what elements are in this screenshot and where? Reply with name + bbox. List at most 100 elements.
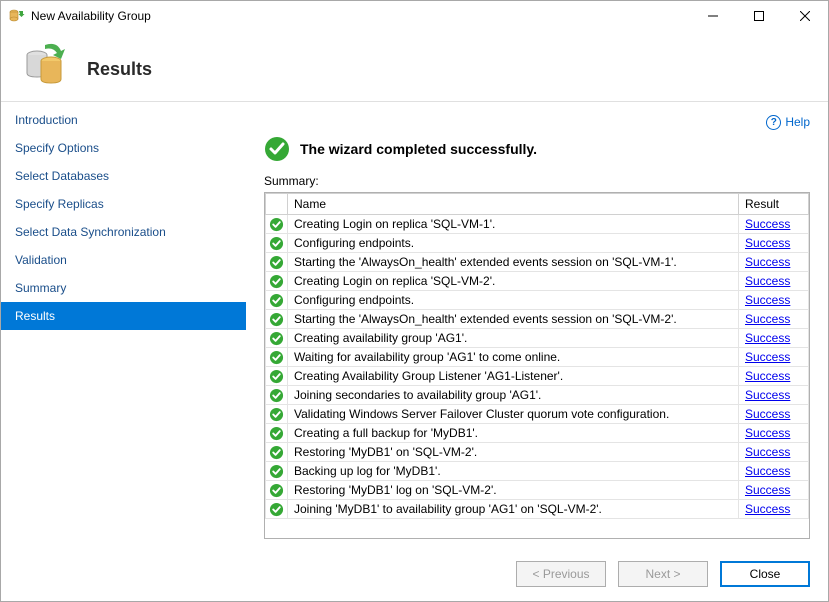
row-result: Success (739, 443, 809, 462)
sidebar-item-validation[interactable]: Validation (1, 246, 246, 274)
result-link[interactable]: Success (745, 445, 790, 459)
row-status-icon (266, 291, 288, 310)
result-link[interactable]: Success (745, 350, 790, 364)
table-row[interactable]: Configuring endpoints. Success (266, 291, 809, 310)
row-name: Backing up log for 'MyDB1'. (288, 462, 739, 481)
row-result: Success (739, 386, 809, 405)
result-link[interactable]: Success (745, 236, 790, 250)
sidebar-item-summary[interactable]: Summary (1, 274, 246, 302)
result-link[interactable]: Success (745, 407, 790, 421)
maximize-button[interactable] (736, 1, 782, 31)
close-button-footer[interactable]: Close (720, 561, 810, 587)
row-status-icon (266, 443, 288, 462)
row-result: Success (739, 234, 809, 253)
sidebar-item-specify-options[interactable]: Specify Options (1, 134, 246, 162)
result-link[interactable]: Success (745, 274, 790, 288)
table-row[interactable]: Starting the 'AlwaysOn_health' extended … (266, 253, 809, 272)
table-row[interactable]: Validating Windows Server Failover Clust… (266, 405, 809, 424)
app-icon (9, 8, 25, 24)
close-button[interactable] (782, 1, 828, 31)
row-result: Success (739, 329, 809, 348)
window-title: New Availability Group (31, 9, 151, 23)
row-status-icon (266, 329, 288, 348)
row-status-icon (266, 310, 288, 329)
row-status-icon (266, 424, 288, 443)
row-status-icon (266, 348, 288, 367)
result-link[interactable]: Success (745, 293, 790, 307)
row-status-icon (266, 386, 288, 405)
row-status-icon (266, 253, 288, 272)
summary-grid[interactable]: Name Result Creating Login on replica 'S… (264, 192, 810, 539)
row-status-icon (266, 367, 288, 386)
table-row[interactable]: Joining secondaries to availability grou… (266, 386, 809, 405)
row-name: Creating a full backup for 'MyDB1'. (288, 424, 739, 443)
help-link[interactable]: ? Help (766, 115, 810, 130)
main-content: ? Help The wizard completed successfully… (246, 102, 828, 549)
table-row[interactable]: Creating Login on replica 'SQL-VM-2'.Suc… (266, 272, 809, 291)
table-row[interactable]: Backing up log for 'MyDB1'. Success (266, 462, 809, 481)
row-result: Success (739, 405, 809, 424)
body: IntroductionSpecify OptionsSelect Databa… (1, 102, 828, 549)
row-result: Success (739, 462, 809, 481)
row-result: Success (739, 348, 809, 367)
row-status-icon (266, 481, 288, 500)
row-result: Success (739, 310, 809, 329)
row-result: Success (739, 500, 809, 519)
row-name: Configuring endpoints. (288, 291, 739, 310)
row-name: Restoring 'MyDB1' log on 'SQL-VM-2'. (288, 481, 739, 500)
result-link[interactable]: Success (745, 483, 790, 497)
sidebar-item-introduction[interactable]: Introduction (1, 106, 246, 134)
table-row[interactable]: Creating availability group 'AG1'.Succes… (266, 329, 809, 348)
summary-label: Summary: (264, 174, 810, 188)
next-button: Next > (618, 561, 708, 587)
minimize-button[interactable] (690, 1, 736, 31)
success-icon (264, 136, 290, 162)
row-name: Creating Login on replica 'SQL-VM-1'. (288, 215, 739, 234)
row-result: Success (739, 367, 809, 386)
result-link[interactable]: Success (745, 426, 790, 440)
row-status-icon (266, 500, 288, 519)
table-row[interactable]: Restoring 'MyDB1' log on 'SQL-VM-2'. Succ… (266, 481, 809, 500)
result-link[interactable]: Success (745, 369, 790, 383)
col-status-icon[interactable] (266, 194, 288, 215)
row-name: Starting the 'AlwaysOn_health' extended … (288, 310, 739, 329)
row-result: Success (739, 215, 809, 234)
sidebar-item-select-databases[interactable]: Select Databases (1, 162, 246, 190)
status-row: The wizard completed successfully. (264, 136, 810, 162)
result-link[interactable]: Success (745, 331, 790, 345)
row-name: Validating Windows Server Failover Clust… (288, 405, 739, 424)
result-link[interactable]: Success (745, 217, 790, 231)
footer: < Previous Next > Close (1, 549, 828, 601)
row-status-icon (266, 462, 288, 481)
sidebar-item-select-data-synchronization[interactable]: Select Data Synchronization (1, 218, 246, 246)
table-row[interactable]: Configuring endpoints. Success (266, 234, 809, 253)
row-name: Joining 'MyDB1' to availability group 'A… (288, 500, 739, 519)
row-status-icon (266, 234, 288, 253)
table-row[interactable]: Restoring 'MyDB1' on 'SQL-VM-2'. Success (266, 443, 809, 462)
col-result[interactable]: Result (739, 194, 809, 215)
previous-button: < Previous (516, 561, 606, 587)
row-result: Success (739, 253, 809, 272)
result-link[interactable]: Success (745, 312, 790, 326)
table-row[interactable]: Joining 'MyDB1' to availability group 'A… (266, 500, 809, 519)
col-name[interactable]: Name (288, 194, 739, 215)
sidebar-item-specify-replicas[interactable]: Specify Replicas (1, 190, 246, 218)
result-link[interactable]: Success (745, 502, 790, 516)
row-name: Waiting for availability group 'AG1' to … (288, 348, 739, 367)
help-row: ? Help (264, 112, 810, 132)
result-link[interactable]: Success (745, 464, 790, 478)
table-row[interactable]: Starting the 'AlwaysOn_health' extended … (266, 310, 809, 329)
row-name: Configuring endpoints. (288, 234, 739, 253)
window-controls (690, 1, 828, 31)
row-status-icon (266, 272, 288, 291)
table-row[interactable]: Creating Login on replica 'SQL-VM-1'. Suc… (266, 215, 809, 234)
table-row[interactable]: Creating a full backup for 'MyDB1'. Succe… (266, 424, 809, 443)
row-result: Success (739, 291, 809, 310)
result-link[interactable]: Success (745, 255, 790, 269)
row-name: Restoring 'MyDB1' on 'SQL-VM-2'. (288, 443, 739, 462)
row-status-icon (266, 215, 288, 234)
result-link[interactable]: Success (745, 388, 790, 402)
table-row[interactable]: Creating Availability Group Listener 'AG… (266, 367, 809, 386)
sidebar-item-results[interactable]: Results (1, 302, 246, 330)
table-row[interactable]: Waiting for availability group 'AG1' to … (266, 348, 809, 367)
